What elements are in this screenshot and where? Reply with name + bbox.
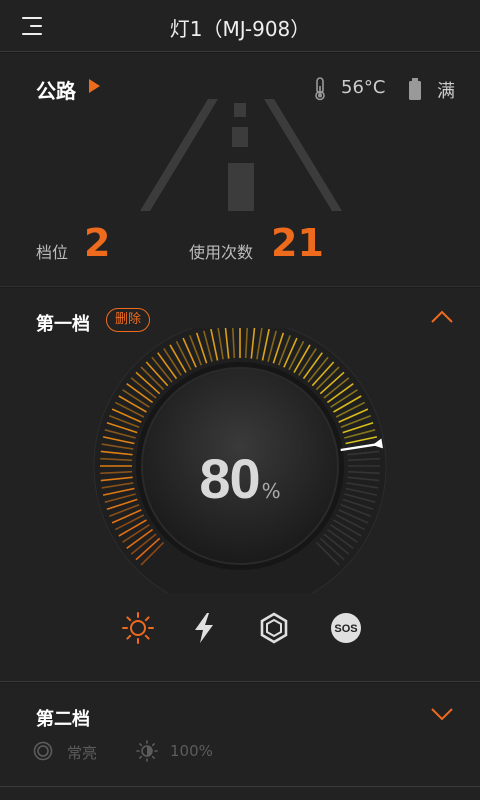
sos-label: SOS (334, 623, 357, 635)
steady-mode-icon (33, 741, 53, 761)
temperature-value: 56°C (341, 77, 386, 98)
uses-value: 21 (271, 221, 324, 265)
brightness-readout: 80% (90, 446, 390, 511)
brightness-icon (136, 740, 158, 762)
brightness-dial[interactable]: 80% (90, 319, 390, 613)
level1-title: 第一档 (36, 314, 90, 335)
light-icon[interactable] (120, 610, 156, 646)
level2-mode-label: 常亮 (67, 744, 98, 762)
brightness-unit: % (261, 479, 281, 503)
gear-label: 档位 (36, 243, 69, 262)
uses-label: 使用次数 (189, 243, 254, 262)
page-title: 灯1（MJ-908） (169, 17, 311, 41)
level2-panel: 第二档 常亮 100% (0, 683, 480, 800)
level1-panel: 第一档 删除 80% SOS (0, 288, 480, 682)
road-icon (140, 99, 342, 211)
mode-label: 公路 (36, 79, 76, 103)
flash-icon[interactable] (186, 610, 222, 646)
sos-icon[interactable]: SOS (328, 610, 364, 646)
battery-value: 满 (437, 81, 455, 102)
battery-icon (409, 78, 421, 100)
divider (0, 786, 480, 787)
strobe-icon[interactable] (256, 610, 292, 646)
level2-title: 第二档 (36, 709, 90, 730)
chevron-down-icon[interactable] (430, 707, 454, 721)
mode-play-icon[interactable] (89, 79, 100, 93)
level2-brightness: 100% (170, 742, 213, 760)
mode-selector: SOS (0, 606, 480, 650)
chevron-up-icon[interactable] (430, 310, 454, 324)
thermometer-icon (315, 77, 325, 101)
brightness-number: 80 (199, 447, 260, 510)
app-header: 灯1（MJ-908） (0, 0, 480, 52)
gear-value: 2 (84, 221, 111, 265)
status-panel: 公路 56°C 满 档位 2 使用次数 21 (0, 53, 480, 287)
